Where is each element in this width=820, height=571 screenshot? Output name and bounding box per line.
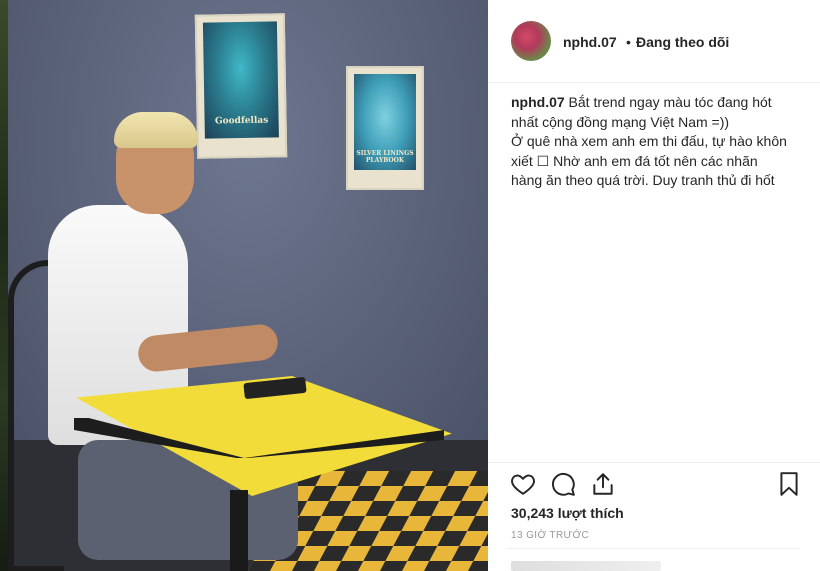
caption-line: xiết ☐ Nhờ anh em đá tốt nên các nhãn: [511, 152, 758, 169]
bookmark-icon[interactable]: [776, 471, 802, 497]
caption-line: nhất cộng đồng mạng Việt Nam =)): [511, 113, 730, 130]
post-header: nphd.07 • Đang theo dõi: [488, 0, 820, 83]
divider: [508, 548, 800, 549]
post-caption: nphd.07 Bắt trend ngay màu tóc đang hót …: [511, 93, 806, 191]
heart-icon[interactable]: [510, 471, 536, 497]
avatar[interactable]: [511, 21, 551, 61]
caption-line: Ở quê nhà xem anh em thi đấu, tự hào khô…: [511, 133, 787, 149]
table-leg: [230, 490, 248, 571]
caption-username[interactable]: nphd.07: [511, 94, 565, 110]
caption-line: hàng ăn theo quá trời. Duy tranh thủ đi …: [511, 172, 775, 188]
share-icon[interactable]: [590, 471, 616, 497]
post-side-panel: nphd.07 • Đang theo dõi nphd.07 Bắt tren…: [488, 0, 820, 571]
post-timestamp[interactable]: 13 GIỜ TRƯỚC: [511, 530, 589, 541]
background-edge: [0, 0, 8, 571]
comment-icon[interactable]: [550, 471, 576, 497]
post-photo[interactable]: Goodfellas SILVER LININGS PLAYBOOK: [8, 0, 488, 571]
poster-title: SILVER LININGS PLAYBOOK: [356, 150, 414, 164]
poster-silver-linings: SILVER LININGS PLAYBOOK: [346, 66, 424, 190]
caption-line: nphd.07 Bắt trend ngay màu tóc đang hót: [511, 93, 806, 113]
post-actions: [488, 462, 820, 503]
add-comment-area[interactable]: [511, 561, 661, 571]
poster-title: Goodfellas: [214, 115, 269, 127]
separator-dot: •: [626, 34, 631, 50]
username-link[interactable]: nphd.07: [563, 34, 617, 50]
person-hair: [114, 112, 198, 148]
caption-text: Bắt trend ngay màu tóc đang hót: [564, 94, 772, 110]
following-button[interactable]: Đang theo dõi: [636, 34, 729, 50]
like-count[interactable]: 30,243 lượt thích: [511, 505, 624, 521]
poster-goodfellas: Goodfellas: [194, 13, 288, 159]
